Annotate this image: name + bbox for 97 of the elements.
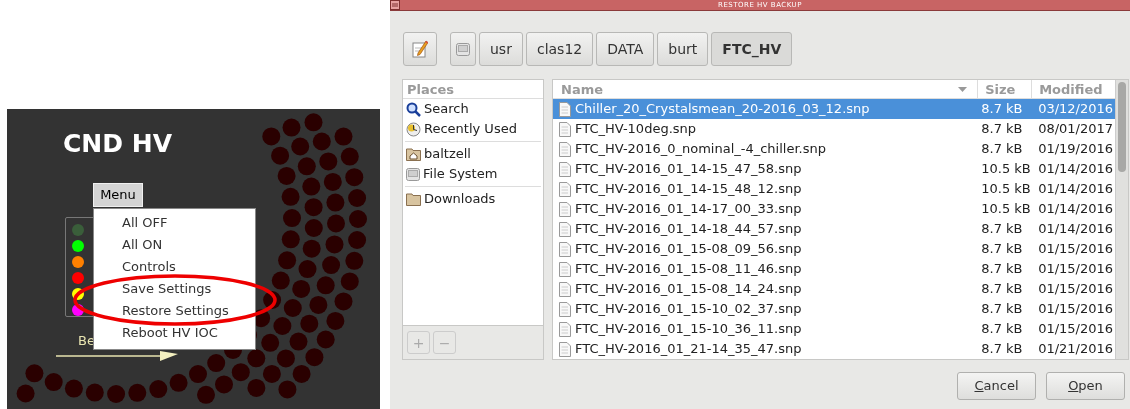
- file-size: 10.5 kB: [980, 200, 1032, 219]
- file-row[interactable]: FTC_HV-2016_01_14-15_48_12.snp 10.5 kB 01/14/2016: [553, 179, 1115, 199]
- file-size: 8.7 kB: [980, 260, 1024, 279]
- file-row[interactable]: FTC_HV-2016_01_15-10_02_37.snp 8.7 kB 01/15/2016: [553, 299, 1115, 319]
- file-icon: [559, 301, 571, 317]
- file-modified: 01/15/2016: [1037, 260, 1115, 279]
- file-icon: [559, 241, 571, 257]
- root-path-button[interactable]: [450, 32, 476, 66]
- file-name: FTC_HV-2016_0_nominal_-4_chiller.snp: [575, 140, 826, 159]
- file-row[interactable]: FTC_HV-2016_01_14-17_00_33.snp 10.5 kB 01/14/2016: [553, 199, 1115, 219]
- file-name: FTC_HV-10deg.snp: [575, 120, 697, 139]
- file-row[interactable]: FTC_HV-2016_01_15-08_09_56.snp 8.7 kB 01/15/2016: [553, 239, 1115, 259]
- places-item[interactable]: Downloads: [403, 189, 543, 209]
- menu-item[interactable]: Reboot HV IOC: [94, 322, 255, 344]
- drive-icon: [456, 42, 470, 56]
- panel-title: CND HV: [63, 131, 172, 156]
- menu-button[interactable]: Menu: [93, 183, 143, 207]
- file-name: FTC_HV-2016_01_21-14_35_47.snp: [575, 340, 802, 359]
- file-name: FTC_HV-2016_01_15-08_09_56.snp: [575, 240, 802, 259]
- file-row[interactable]: FTC_HV-2016_01_15-08_14_24.snp 8.7 kB 01/15/2016: [553, 279, 1115, 299]
- cancel-button[interactable]: Cancel: [957, 372, 1036, 400]
- file-row[interactable]: FTC_HV-2016_01_14-18_44_57.snp 8.7 kB 01/14/2016: [553, 219, 1115, 239]
- file-size: 8.7 kB: [980, 320, 1024, 339]
- file-modified: 01/19/2016: [1037, 140, 1115, 159]
- file-row[interactable]: FTC_HV-2016_0_nominal_-4_chiller.snp 8.7 kB 01/19/2016: [553, 139, 1115, 159]
- file-icon: [559, 121, 571, 137]
- file-name: FTC_HV-2016_01_14-17_00_33.snp: [575, 200, 802, 219]
- menu-item[interactable]: Restore Settings: [94, 300, 255, 322]
- file-modified: 01/15/2016: [1037, 300, 1115, 319]
- file-modified: 01/15/2016: [1037, 240, 1115, 259]
- menu-item[interactable]: Controls: [94, 256, 255, 278]
- file-name: FTC_HV-2016_01_14-15_48_12.snp: [575, 180, 802, 199]
- path-button[interactable]: clas12: [525, 32, 594, 66]
- file-modified: 01/15/2016: [1037, 320, 1115, 339]
- menu-item[interactable]: Save Settings: [94, 278, 255, 300]
- file-row[interactable]: FTC_HV-2016_01_15-10_36_11.snp 8.7 kB 01/15/2016: [553, 319, 1115, 339]
- file-name: FTC_HV-2016_01_15-08_14_24.snp: [575, 280, 802, 299]
- file-modified: 01/15/2016: [1037, 280, 1115, 299]
- file-size: 10.5 kB: [980, 160, 1032, 179]
- file-size: 8.7 kB: [980, 100, 1024, 119]
- file-modified: 01/14/2016: [1037, 160, 1115, 179]
- file-size: 8.7 kB: [980, 220, 1024, 239]
- file-icon: [559, 161, 571, 177]
- file-row[interactable]: FTC_HV-10deg.snp 8.7 kB 08/01/2017: [553, 119, 1115, 139]
- file-size: 8.7 kB: [980, 300, 1024, 319]
- path-button[interactable]: FTC_HV: [711, 32, 793, 66]
- file-name: FTC_HV-2016_01_15-08_11_46.snp: [575, 260, 802, 279]
- file-row[interactable]: FTC_HV-2016_01_15-08_11_46.snp 8.7 kB 01/15/2016: [553, 259, 1115, 279]
- path-button[interactable]: burt: [657, 32, 709, 66]
- path-button[interactable]: usr: [479, 32, 523, 66]
- file-icon: [559, 281, 571, 297]
- search-icon: [406, 101, 421, 117]
- file-modified: 03/12/2016: [1037, 100, 1115, 119]
- drive-icon: [406, 167, 420, 181]
- file-size: 8.7 kB: [980, 340, 1024, 359]
- open-button[interactable]: Open: [1046, 372, 1125, 400]
- pencil-icon: [412, 40, 428, 58]
- file-modified: 01/14/2016: [1037, 180, 1115, 199]
- file-icon: [559, 341, 571, 357]
- home-folder-icon: [406, 147, 421, 161]
- clock-icon: [406, 121, 421, 137]
- scrollbar[interactable]: [1115, 80, 1128, 359]
- file-modified: 01/14/2016: [1037, 200, 1115, 219]
- file-size: 8.7 kB: [980, 240, 1024, 259]
- places-item[interactable]: Recently Used: [403, 119, 543, 139]
- file-name: Chiller_20_Crystalsmean_20-2016_03_12.snp: [575, 100, 870, 119]
- scrollbar-thumb[interactable]: [1118, 82, 1126, 172]
- file-size: 8.7 kB: [980, 120, 1024, 139]
- path-button[interactable]: DATA: [596, 32, 655, 66]
- file-size: 10.5 kB: [980, 180, 1032, 199]
- file-modified: 08/01/2017: [1037, 120, 1115, 139]
- file-icon: [559, 221, 571, 237]
- file-modified: 01/21/2016: [1037, 340, 1115, 359]
- file-icon: [559, 141, 571, 157]
- places-header: Places: [403, 80, 543, 99]
- places-item[interactable]: Search: [403, 99, 543, 119]
- places-item[interactable]: baltzell: [403, 144, 543, 164]
- file-name: FTC_HV-2016_01_15-10_02_37.snp: [575, 300, 802, 319]
- file-icon: [559, 321, 571, 337]
- places-item[interactable]: File System: [403, 164, 543, 184]
- file-row[interactable]: FTC_HV-2016_01_21-14_35_47.snp 8.7 kB 01/21/2016: [553, 339, 1115, 359]
- file-size: 8.7 kB: [980, 140, 1024, 159]
- file-name: FTC_HV-2016_01_14-15_47_58.snp: [575, 160, 802, 179]
- file-icon: [559, 181, 571, 197]
- file-row[interactable]: FTC_HV-2016_01_14-15_47_58.snp 10.5 kB 01/14/2016: [553, 159, 1115, 179]
- menu-item[interactable]: All ON: [94, 234, 255, 256]
- file-size: 8.7 kB: [980, 280, 1024, 299]
- file-modified: 01/14/2016: [1037, 220, 1115, 239]
- edit-path-button[interactable]: [403, 32, 437, 66]
- file-icon: [559, 261, 571, 277]
- file-icon: [559, 101, 571, 117]
- menu-item[interactable]: All OFF: [94, 212, 255, 234]
- file-name: FTC_HV-2016_01_15-10_36_11.snp: [575, 320, 802, 339]
- folder-icon: [406, 192, 421, 206]
- file-name: FTC_HV-2016_01_14-18_44_57.snp: [575, 220, 802, 239]
- file-icon: [559, 201, 571, 217]
- sort-arrow-icon: [958, 86, 968, 92]
